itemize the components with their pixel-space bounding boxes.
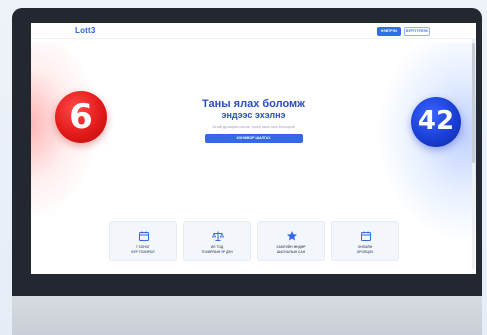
feature-line2: ТОХИРЛЫН ҮР ДҮН (201, 250, 233, 254)
ball-number: 42 (417, 106, 455, 136)
screen: Lott3 НЭВТРЭХ БҮРТГҮҮЛЭХ 6 42 Таны ялах … (31, 23, 476, 274)
feature-line1: ХАМГИЙН ӨНДӨР (276, 245, 306, 249)
login-button[interactable]: НЭВТРЭХ (377, 27, 401, 36)
hero-title-second-line: эндээс эхэлнэ (221, 110, 286, 120)
hero-subtitle: Азтай дугаараа сонгож, супер азын эзэн б… (212, 125, 295, 129)
feature-line1: ОНЛАЙН (357, 245, 373, 249)
feature-line2: ОРОЛЦОХ (356, 250, 374, 254)
hero-title: Таны ялах боломж (202, 98, 305, 110)
feature-line2: ШАГНАЛЫН САН (276, 250, 306, 254)
lotto-ball-blue: 42 (411, 97, 461, 147)
feature-line1: ИЛ ТОД (210, 245, 224, 249)
hero-section: Таны ялах боломж эндээс эхэлнэ Азтай дуг… (151, 98, 356, 143)
feature-cards: 7 ХОНОГ БҮР ТОХИРОЛ ИЛ ТОД ТОХИРЛЫН ҮР Д… (109, 221, 399, 261)
calendar-icon (139, 231, 149, 241)
feature-line1: 7 ХОНОГ (135, 245, 151, 249)
calendar-icon (361, 231, 371, 241)
feature-card: ОНЛАЙН ОРОЛЦОХ (331, 221, 399, 261)
top-navigation: Lott3 НЭВТРЭХ БҮРТГҮҮЛЭХ (31, 23, 476, 39)
feature-card: ХАМГИЙН ӨНДӨР ШАГНАЛЫН САН (257, 221, 325, 261)
feature-card: 7 ХОНОГ БҮР ТОХИРОЛ (109, 221, 177, 261)
logo[interactable]: Lott3 (75, 26, 96, 35)
scale-icon (212, 231, 224, 241)
lotto-ball-red: 6 (55, 91, 107, 143)
feature-card: ИЛ ТОД ТОХИРЛЫН ҮР ДҮН (183, 221, 251, 261)
register-button[interactable]: БҮРТГҮҮЛЭХ (404, 27, 430, 36)
ball-number: 6 (69, 97, 93, 137)
star-icon (287, 231, 297, 241)
scrollbar-thumb[interactable] (472, 43, 475, 163)
monitor-chin (12, 296, 482, 335)
feature-line2: БҮР ТОХИРОЛ (131, 250, 155, 254)
check-prize-button[interactable]: ХОНЖВОР ШАЛГАХ (204, 134, 303, 143)
